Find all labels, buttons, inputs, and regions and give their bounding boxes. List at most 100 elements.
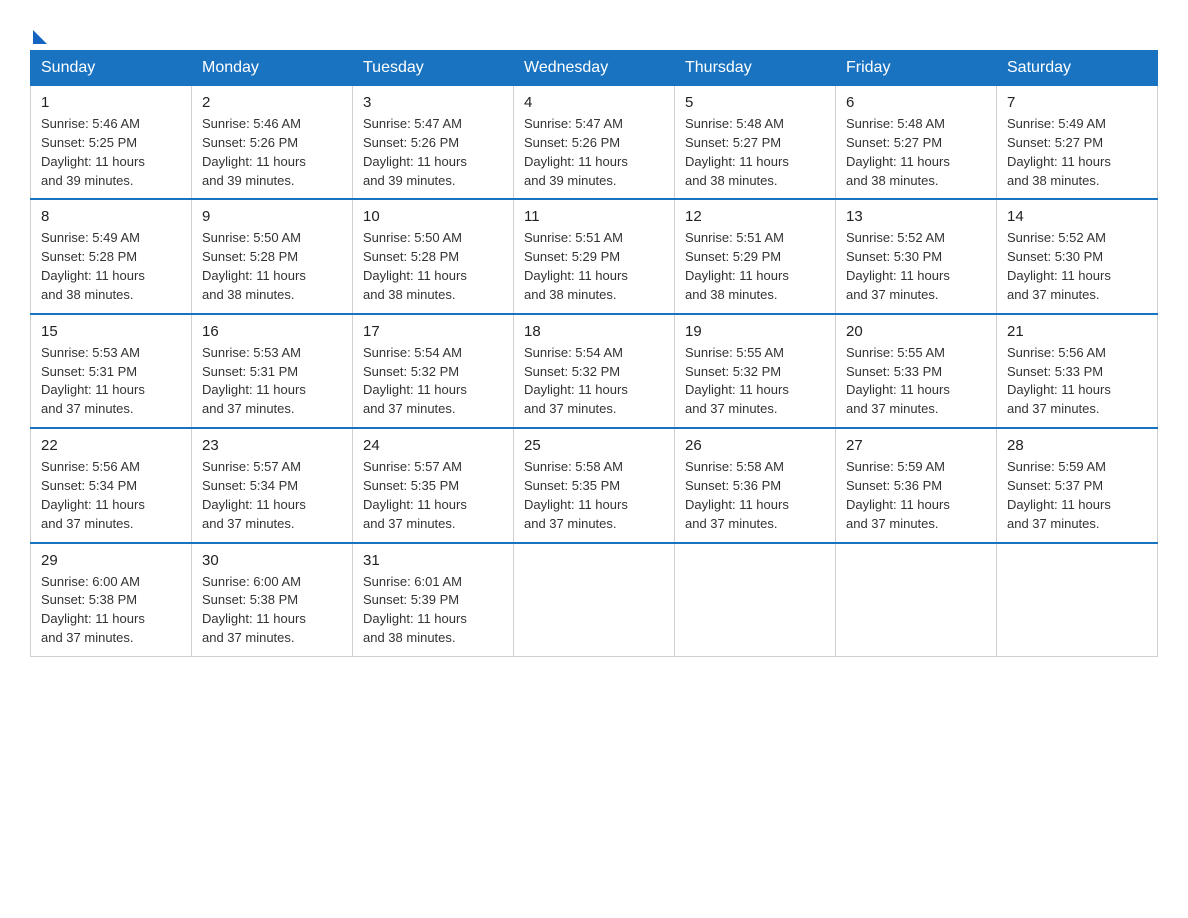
day-info: Sunrise: 5:49 AMSunset: 5:28 PMDaylight:… <box>41 229 181 304</box>
day-number: 3 <box>363 94 503 111</box>
day-info: Sunrise: 5:55 AMSunset: 5:32 PMDaylight:… <box>685 344 825 419</box>
day-number: 10 <box>363 208 503 225</box>
day-number: 24 <box>363 437 503 454</box>
calendar-cell <box>836 543 997 657</box>
day-number: 11 <box>524 208 664 225</box>
day-number: 15 <box>41 323 181 340</box>
day-info: Sunrise: 5:50 AMSunset: 5:28 PMDaylight:… <box>363 229 503 304</box>
calendar-cell <box>514 543 675 657</box>
calendar-cell: 27 Sunrise: 5:59 AMSunset: 5:36 PMDayligh… <box>836 428 997 542</box>
day-number: 20 <box>846 323 986 340</box>
calendar-week-row: 15 Sunrise: 5:53 AMSunset: 5:31 PMDayligh… <box>31 314 1158 428</box>
day-info: Sunrise: 6:00 AMSunset: 5:38 PMDaylight:… <box>41 573 181 648</box>
day-number: 29 <box>41 552 181 569</box>
day-info: Sunrise: 5:58 AMSunset: 5:36 PMDaylight:… <box>685 458 825 533</box>
logo-arrow-icon <box>33 30 47 44</box>
weekday-header-saturday: Saturday <box>997 51 1158 86</box>
day-number: 6 <box>846 94 986 111</box>
day-info: Sunrise: 5:52 AMSunset: 5:30 PMDaylight:… <box>1007 229 1147 304</box>
day-number: 30 <box>202 552 342 569</box>
day-info: Sunrise: 5:53 AMSunset: 5:31 PMDaylight:… <box>41 344 181 419</box>
calendar-cell: 1 Sunrise: 5:46 AMSunset: 5:25 PMDaylight… <box>31 86 192 200</box>
day-info: Sunrise: 5:51 AMSunset: 5:29 PMDaylight:… <box>685 229 825 304</box>
day-info: Sunrise: 5:55 AMSunset: 5:33 PMDaylight:… <box>846 344 986 419</box>
calendar-cell: 17 Sunrise: 5:54 AMSunset: 5:32 PMDayligh… <box>353 314 514 428</box>
day-info: Sunrise: 5:52 AMSunset: 5:30 PMDaylight:… <box>846 229 986 304</box>
day-info: Sunrise: 5:48 AMSunset: 5:27 PMDaylight:… <box>685 115 825 190</box>
calendar-week-row: 8Sunrise: 5:49 AMSunset: 5:28 PMDaylight… <box>31 199 1158 313</box>
day-number: 28 <box>1007 437 1147 454</box>
calendar-cell: 3 Sunrise: 5:47 AMSunset: 5:26 PMDaylight… <box>353 86 514 200</box>
calendar-cell: 31 Sunrise: 6:01 AMSunset: 5:39 PMDayligh… <box>353 543 514 657</box>
calendar-table: SundayMondayTuesdayWednesdayThursdayFrid… <box>30 50 1158 657</box>
calendar-cell: 24 Sunrise: 5:57 AMSunset: 5:35 PMDayligh… <box>353 428 514 542</box>
day-info: Sunrise: 5:51 AMSunset: 5:29 PMDaylight:… <box>524 229 664 304</box>
day-info: Sunrise: 5:57 AMSunset: 5:34 PMDaylight:… <box>202 458 342 533</box>
day-info: Sunrise: 5:54 AMSunset: 5:32 PMDaylight:… <box>524 344 664 419</box>
weekday-header-sunday: Sunday <box>31 51 192 86</box>
calendar-cell: 8Sunrise: 5:49 AMSunset: 5:28 PMDaylight… <box>31 199 192 313</box>
day-number: 13 <box>846 208 986 225</box>
calendar-cell: 10 Sunrise: 5:50 AMSunset: 5:28 PMDayligh… <box>353 199 514 313</box>
day-number: 21 <box>1007 323 1147 340</box>
calendar-cell: 29 Sunrise: 6:00 AMSunset: 5:38 PMDayligh… <box>31 543 192 657</box>
day-number: 31 <box>363 552 503 569</box>
day-info: Sunrise: 6:01 AMSunset: 5:39 PMDaylight:… <box>363 573 503 648</box>
day-number: 4 <box>524 94 664 111</box>
day-number: 25 <box>524 437 664 454</box>
day-info: Sunrise: 5:46 AMSunset: 5:25 PMDaylight:… <box>41 115 181 190</box>
day-number: 18 <box>524 323 664 340</box>
calendar-cell: 21 Sunrise: 5:56 AMSunset: 5:33 PMDayligh… <box>997 314 1158 428</box>
day-info: Sunrise: 5:56 AMSunset: 5:34 PMDaylight:… <box>41 458 181 533</box>
day-number: 19 <box>685 323 825 340</box>
calendar-cell: 16 Sunrise: 5:53 AMSunset: 5:31 PMDayligh… <box>192 314 353 428</box>
day-info: Sunrise: 5:53 AMSunset: 5:31 PMDaylight:… <box>202 344 342 419</box>
calendar-cell: 2 Sunrise: 5:46 AMSunset: 5:26 PMDaylight… <box>192 86 353 200</box>
day-number: 14 <box>1007 208 1147 225</box>
weekday-header-friday: Friday <box>836 51 997 86</box>
calendar-cell: 15 Sunrise: 5:53 AMSunset: 5:31 PMDayligh… <box>31 314 192 428</box>
calendar-cell: 25 Sunrise: 5:58 AMSunset: 5:35 PMDayligh… <box>514 428 675 542</box>
calendar-cell: 30 Sunrise: 6:00 AMSunset: 5:38 PMDayligh… <box>192 543 353 657</box>
day-info: Sunrise: 5:48 AMSunset: 5:27 PMDaylight:… <box>846 115 986 190</box>
day-number: 26 <box>685 437 825 454</box>
calendar-cell: 22 Sunrise: 5:56 AMSunset: 5:34 PMDayligh… <box>31 428 192 542</box>
calendar-cell: 11 Sunrise: 5:51 AMSunset: 5:29 PMDayligh… <box>514 199 675 313</box>
day-number: 12 <box>685 208 825 225</box>
day-info: Sunrise: 5:49 AMSunset: 5:27 PMDaylight:… <box>1007 115 1147 190</box>
day-number: 16 <box>202 323 342 340</box>
weekday-header-monday: Monday <box>192 51 353 86</box>
weekday-header-wednesday: Wednesday <box>514 51 675 86</box>
day-info: Sunrise: 5:54 AMSunset: 5:32 PMDaylight:… <box>363 344 503 419</box>
day-number: 2 <box>202 94 342 111</box>
calendar-cell: 9 Sunrise: 5:50 AMSunset: 5:28 PMDaylight… <box>192 199 353 313</box>
calendar-cell <box>997 543 1158 657</box>
day-info: Sunrise: 5:59 AMSunset: 5:36 PMDaylight:… <box>846 458 986 533</box>
calendar-cell: 7 Sunrise: 5:49 AMSunset: 5:27 PMDaylight… <box>997 86 1158 200</box>
calendar-cell: 28Sunrise: 5:59 AMSunset: 5:37 PMDayligh… <box>997 428 1158 542</box>
calendar-cell: 12 Sunrise: 5:51 AMSunset: 5:29 PMDayligh… <box>675 199 836 313</box>
day-info: Sunrise: 5:57 AMSunset: 5:35 PMDaylight:… <box>363 458 503 533</box>
day-info: Sunrise: 5:58 AMSunset: 5:35 PMDaylight:… <box>524 458 664 533</box>
day-info: Sunrise: 5:46 AMSunset: 5:26 PMDaylight:… <box>202 115 342 190</box>
day-number: 17 <box>363 323 503 340</box>
day-info: Sunrise: 5:50 AMSunset: 5:28 PMDaylight:… <box>202 229 342 304</box>
day-info: Sunrise: 5:56 AMSunset: 5:33 PMDaylight:… <box>1007 344 1147 419</box>
weekday-header-row: SundayMondayTuesdayWednesdayThursdayFrid… <box>31 51 1158 86</box>
day-number: 23 <box>202 437 342 454</box>
calendar-week-row: 29 Sunrise: 6:00 AMSunset: 5:38 PMDayligh… <box>31 543 1158 657</box>
calendar-cell: 19 Sunrise: 5:55 AMSunset: 5:32 PMDayligh… <box>675 314 836 428</box>
day-number: 7 <box>1007 94 1147 111</box>
day-info: Sunrise: 6:00 AMSunset: 5:38 PMDaylight:… <box>202 573 342 648</box>
calendar-cell: 6 Sunrise: 5:48 AMSunset: 5:27 PMDaylight… <box>836 86 997 200</box>
day-number: 1 <box>41 94 181 111</box>
calendar-cell: 5Sunrise: 5:48 AMSunset: 5:27 PMDaylight… <box>675 86 836 200</box>
day-info: Sunrise: 5:47 AMSunset: 5:26 PMDaylight:… <box>363 115 503 190</box>
day-number: 9 <box>202 208 342 225</box>
day-number: 27 <box>846 437 986 454</box>
page-header <box>30 30 1158 40</box>
day-info: Sunrise: 5:47 AMSunset: 5:26 PMDaylight:… <box>524 115 664 190</box>
logo <box>30 30 51 40</box>
weekday-header-tuesday: Tuesday <box>353 51 514 86</box>
day-number: 22 <box>41 437 181 454</box>
